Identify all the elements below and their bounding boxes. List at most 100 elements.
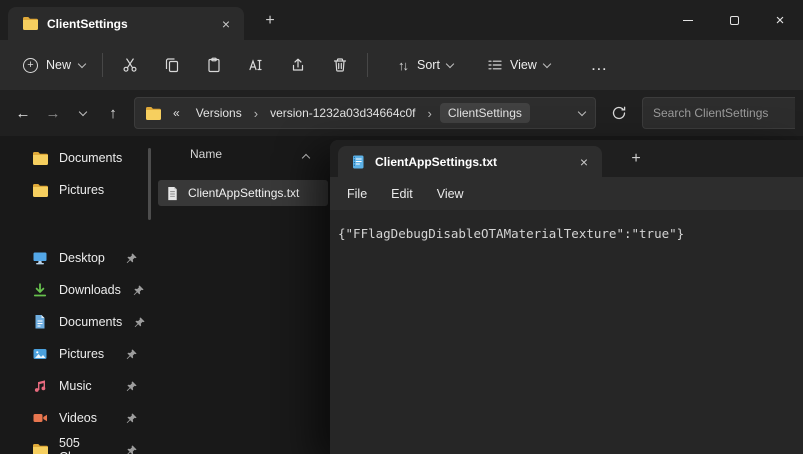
notepad-icon	[353, 155, 364, 168]
new-button[interactable]: + New	[12, 51, 96, 80]
cut-icon	[123, 58, 137, 72]
sidebar-item-label: Pictures	[59, 347, 105, 361]
notepad-tab-close-button[interactable]: ×	[572, 150, 596, 174]
address-bar-row: ← → ↑ « Versions › version-1232a03d34664…	[0, 90, 803, 136]
sort-icon: ↑↓	[398, 57, 409, 73]
chevron-down-icon	[78, 107, 88, 116]
pictures-icon	[33, 349, 47, 359]
breadcrumb-item[interactable]: version-1232a03d34664c0f	[266, 103, 419, 123]
sidebar-item-label: 505 Change	[59, 436, 103, 454]
share-button[interactable]	[277, 47, 319, 83]
share-icon	[292, 58, 304, 71]
explorer-tab-bar: ClientSettings × + ×	[0, 0, 803, 40]
breadcrumb-separator: ›	[427, 105, 432, 121]
menu-file[interactable]: File	[335, 182, 379, 206]
breadcrumb-item[interactable]: Versions	[192, 103, 246, 123]
paste-icon	[208, 57, 220, 73]
notepad-tab-bar: ClientAppSettings.txt × +	[330, 140, 803, 177]
sidebar-item-downloads[interactable]: Downloads	[4, 274, 146, 306]
sidebar-item-music[interactable]: Music	[4, 370, 146, 402]
pin-icon	[126, 412, 137, 423]
navigation-pane: Documents Pictures Desktop Downloads Doc…	[0, 142, 150, 454]
folder-icon	[33, 151, 48, 165]
chevron-down-icon	[542, 59, 552, 68]
tab-close-button[interactable]: ×	[214, 12, 238, 36]
sidebar-item-label: Videos	[59, 411, 97, 425]
sidebar-section-gap	[0, 206, 150, 242]
chevron-down-icon	[445, 59, 455, 68]
notepad-menu-bar: File Edit View	[330, 177, 803, 210]
rename-button[interactable]	[235, 47, 277, 83]
sidebar-item-desktop[interactable]: Desktop	[4, 242, 146, 274]
pin-icon	[126, 252, 137, 263]
trash-icon	[333, 58, 347, 72]
cut-button[interactable]	[109, 47, 151, 83]
delete-button[interactable]	[319, 47, 361, 83]
address-bar[interactable]: « Versions › version-1232a03d34664c0f › …	[134, 97, 596, 129]
sort-button[interactable]: ↑↓ Sort	[388, 50, 463, 81]
sort-button-label: Sort	[417, 58, 440, 72]
explorer-tab[interactable]: ClientSettings ×	[8, 7, 244, 40]
more-options-button[interactable]: …	[582, 48, 616, 82]
sidebar-item-documents-quick[interactable]: Documents	[4, 142, 146, 174]
pin-icon	[126, 444, 137, 454]
folder-icon	[33, 443, 48, 454]
new-button-label: New	[46, 58, 72, 72]
notepad-tab-title: ClientAppSettings.txt	[375, 154, 497, 169]
sidebar-item-videos[interactable]: Videos	[4, 402, 146, 434]
breadcrumb-separator: ›	[253, 105, 259, 121]
column-header-label: Name	[190, 147, 223, 161]
file-row-clientappsettings[interactable]: ClientAppSettings.txt	[158, 180, 328, 206]
search-input[interactable]	[643, 106, 795, 120]
view-button-label: View	[509, 58, 537, 72]
minimize-icon	[683, 19, 693, 21]
maximize-icon	[729, 15, 739, 25]
sidebar-item-pictures[interactable]: Pictures	[4, 338, 146, 370]
up-button[interactable]: ↑	[98, 98, 128, 128]
close-button[interactable]: ×	[757, 0, 803, 40]
music-icon	[34, 380, 46, 392]
breadcrumb-item-current[interactable]: ClientSettings	[439, 103, 530, 123]
refresh-button[interactable]	[604, 98, 634, 128]
pin-icon	[126, 380, 137, 391]
new-plus-icon: +	[23, 57, 38, 73]
folder-icon	[146, 106, 161, 120]
pin-icon	[134, 316, 145, 327]
text-file-icon	[168, 186, 177, 200]
view-icon	[488, 60, 502, 70]
new-tab-button[interactable]: +	[258, 9, 282, 33]
videos-icon	[33, 414, 47, 422]
sidebar-item-pictures-quick[interactable]: Pictures	[4, 174, 146, 206]
recent-locations-button[interactable]	[68, 98, 98, 128]
copy-button[interactable]	[151, 47, 193, 83]
forward-button[interactable]: →	[38, 98, 68, 128]
chevron-down-icon	[77, 59, 87, 68]
sidebar-scrollbar[interactable]	[148, 148, 151, 220]
breadcrumb-overflow[interactable]: «	[169, 103, 184, 123]
notepad-tab[interactable]: ClientAppSettings.txt ×	[338, 146, 602, 177]
rename-icon	[249, 59, 262, 71]
maximize-button[interactable]	[711, 0, 757, 40]
menu-edit[interactable]: Edit	[379, 182, 425, 206]
sort-ascending-icon	[301, 153, 311, 163]
sidebar-item-documents[interactable]: Documents	[4, 306, 146, 338]
back-button[interactable]: ←	[8, 98, 38, 128]
view-button[interactable]: View	[477, 49, 560, 81]
notepad-editor[interactable]: {"FFlagDebugDisableOTAMaterialTexture":"…	[330, 210, 803, 454]
pin-icon	[126, 348, 137, 359]
minimize-button[interactable]	[665, 0, 711, 40]
notepad-window: ClientAppSettings.txt × + File Edit View…	[330, 140, 803, 454]
folder-icon	[23, 17, 38, 30]
search-box	[642, 97, 795, 129]
toolbar-divider	[367, 53, 369, 77]
desktop-icon	[33, 252, 47, 265]
notepad-new-tab-button[interactable]: +	[624, 147, 648, 171]
downloads-icon	[33, 283, 47, 297]
menu-view[interactable]: View	[425, 182, 476, 206]
sidebar-item-label: Desktop	[59, 251, 105, 265]
address-dropdown-icon[interactable]	[577, 107, 587, 116]
paste-button[interactable]	[193, 47, 235, 83]
sidebar-item-505-change[interactable]: 505 Change	[4, 434, 146, 454]
sidebar-item-label: Documents	[59, 151, 123, 165]
refresh-icon	[612, 106, 626, 120]
